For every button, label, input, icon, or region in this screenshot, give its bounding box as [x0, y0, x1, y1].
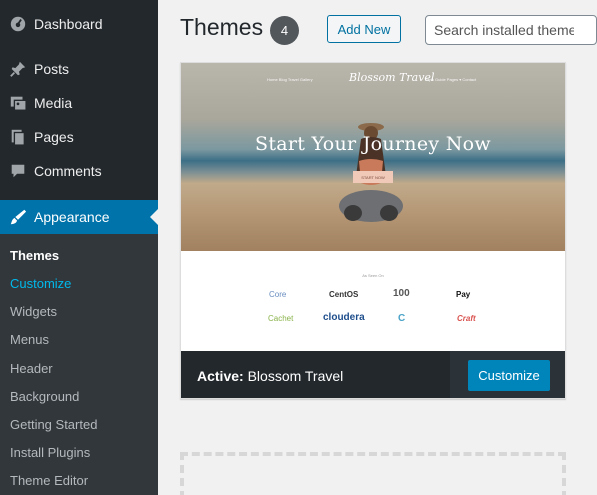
- submenu-background[interactable]: Background: [10, 389, 79, 404]
- search-themes-input[interactable]: [425, 15, 597, 45]
- client-logo-pay: Pay: [456, 290, 471, 299]
- menu-dashboard-label: Dashboard: [34, 16, 103, 32]
- demo-hero-title: Start Your Journey Now: [255, 133, 491, 155]
- submenu-header[interactable]: Header: [10, 361, 53, 376]
- client-logo-craft: Craft: [457, 314, 476, 323]
- menu-pages[interactable]: Pages: [0, 120, 158, 154]
- pages-icon: [8, 127, 28, 147]
- menu-media[interactable]: Media: [0, 86, 158, 120]
- submenu-install-plugins[interactable]: Install Plugins: [10, 445, 90, 460]
- submenu-widgets[interactable]: Widgets: [10, 304, 57, 319]
- menu-comments[interactable]: Comments: [0, 154, 158, 188]
- demo-nav-right: Style Guide Pages ▾ Contact: [425, 77, 477, 82]
- client-logo-core: Core: [269, 290, 287, 299]
- appearance-submenu: Themes Customize Widgets Menus Header Ba…: [0, 234, 158, 495]
- active-theme-name: Active: Blossom Travel: [197, 368, 343, 384]
- comment-icon: [8, 161, 28, 181]
- submenu-theme-editor[interactable]: Theme Editor: [10, 473, 88, 488]
- add-new-button[interactable]: Add New: [327, 15, 401, 43]
- submenu-getting-started[interactable]: Getting Started: [10, 417, 97, 432]
- client-logo-cachet: Cachet: [268, 314, 294, 323]
- theme-screenshot-hero: Home Blog Travel Gallery Blossom Travel …: [181, 63, 565, 251]
- menu-appearance-label: Appearance: [34, 209, 110, 225]
- pin-icon: [8, 59, 28, 79]
- customize-button[interactable]: Customize: [468, 360, 550, 391]
- menu-posts-label: Posts: [34, 61, 70, 77]
- client-logo-100: 100: [393, 288, 410, 299]
- admin-sidebar: Dashboard Posts Media Pages Comments App…: [0, 0, 158, 495]
- page-title: Themes: [180, 14, 264, 40]
- client-logo-centos: CentOS: [329, 290, 359, 299]
- demo-nav-left: Home Blog Travel Gallery: [267, 77, 313, 82]
- media-icon: [8, 93, 28, 113]
- demo-logo: Blossom Travel: [349, 71, 435, 84]
- theme-screenshot[interactable]: Home Blog Travel Gallery Blossom Travel …: [181, 63, 565, 351]
- client-logo-cloudera: cloudera: [323, 312, 365, 323]
- client-logo-c: C: [398, 313, 406, 324]
- submenu-themes[interactable]: Themes: [10, 248, 59, 263]
- active-prefix: Active:: [197, 368, 244, 384]
- menu-dashboard[interactable]: Dashboard: [0, 7, 158, 41]
- menu-appearance[interactable]: Appearance: [0, 200, 158, 234]
- menu-pages-label: Pages: [34, 129, 74, 145]
- demo-hero-button: START NOW: [353, 171, 393, 183]
- add-new-theme-card[interactable]: [180, 452, 566, 495]
- theme-name: Blossom Travel: [247, 368, 344, 384]
- menu-comments-label: Comments: [34, 163, 102, 179]
- submenu-menus[interactable]: Menus: [10, 332, 49, 347]
- dashboard-icon: [8, 14, 28, 34]
- theme-count-badge: 4: [270, 16, 299, 45]
- submenu-customize[interactable]: Customize: [10, 276, 71, 291]
- demo-clients-heading: As Seen On: [362, 273, 384, 278]
- theme-card-footer: Active: Blossom Travel Customize: [181, 351, 565, 398]
- brush-icon: [8, 207, 28, 227]
- theme-actions: Customize: [450, 351, 565, 398]
- menu-media-label: Media: [34, 95, 73, 111]
- demo-clients-section: As Seen On Core CentOS 100 Pay Cachet cl…: [181, 251, 565, 351]
- menu-posts[interactable]: Posts: [0, 52, 158, 86]
- theme-card-active[interactable]: Home Blog Travel Gallery Blossom Travel …: [180, 62, 566, 399]
